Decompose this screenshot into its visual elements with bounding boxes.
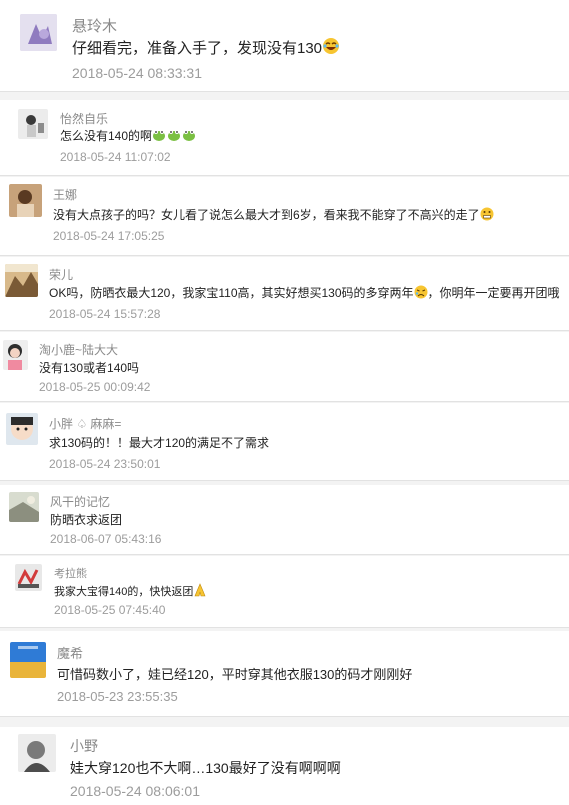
frog-emoji-icon: [153, 130, 196, 141]
comment-timestamp: 2018-06-07 05:43:16: [50, 532, 162, 546]
commenter-name: 怡然自乐: [60, 112, 109, 126]
comment-timestamp: 2018-05-24 08:06:01: [70, 783, 200, 799]
comment-text-content: 我家大宝得140的，快快返团: [54, 586, 194, 598]
comment-text: 我家大宝得140的，快快返团: [54, 583, 207, 599]
comment-text-content: 没有大点孩子的吗？女儿看了说怎么最大才到6岁，看来我不能穿了不高兴的走了: [53, 208, 480, 222]
comment-card: 王娜 没有大点孩子的吗？女儿看了说怎么最大才到6岁，看来我不能穿了不高兴的走了 …: [0, 177, 569, 256]
comment-text: OK吗，防晒衣最大120，我家宝110高，其实好想买130码的多穿两年 ，你明年一…: [49, 284, 560, 301]
comment-card: 考拉熊 我家大宝得140的，快快返团 2018-05-25 07:45:40: [0, 556, 569, 628]
comment-timestamp: 2018-05-25 00:09:42: [39, 380, 151, 394]
comment-text: 防晒衣求返团: [50, 513, 123, 527]
comment-timestamp: 2018-05-24 23:50:01: [49, 457, 161, 471]
commenter-name: 悬玲木: [72, 18, 118, 35]
avatar[interactable]: [3, 340, 28, 370]
avatar[interactable]: [6, 413, 38, 445]
commenter-name: 风干的记忆: [50, 495, 111, 509]
comment-card: 淘小鹿~陆大大 没有130或者140吗 2018-05-25 00:09:42: [0, 332, 569, 402]
comment-text-content: 仔细看完，准备入手了，发现没有130: [72, 40, 323, 57]
sad-emoji-icon: [414, 285, 428, 299]
comment-text: 可惜码数小了，娃已经120，平时穿其他衣服130的码才刚刚好: [57, 667, 413, 682]
comment-text: 娃大穿120也不大啊…130最好了没有啊啊啊: [70, 760, 341, 776]
comment-text-content: OK吗，防晒衣最大120，我家宝110高，其实好想买130码的多穿两年: [49, 286, 414, 300]
comment-text: 仔细看完，准备入手了，发现没有130: [72, 37, 340, 58]
comment-card: 怡然自乐 怎么没有140的啊 2018-05-24 11:07:02: [0, 100, 569, 176]
comment-text-content: 怎么没有140的啊: [60, 129, 153, 143]
comment-timestamp: 2018-05-24 17:05:25: [53, 229, 165, 243]
comment-card: 小野 娃大穿120也不大啊…130最好了没有啊啊啊 2018-05-24 08:…: [0, 727, 569, 805]
commenter-name: 淘小鹿~陆大大: [39, 343, 119, 357]
commenter-name: 考拉熊: [54, 568, 87, 580]
pray-emoji-icon: [194, 583, 206, 597]
comment-card: 风干的记忆 防晒衣求返团 2018-06-07 05:43:16: [0, 485, 569, 555]
comment-text: 没有大点孩子的吗？女儿看了说怎么最大才到6岁，看来我不能穿了不高兴的走了: [53, 206, 494, 223]
comment-timestamp: 2018-05-24 15:57:28: [49, 307, 161, 321]
commenter-name: 小野: [70, 738, 98, 754]
comment-text-continued: ，你明年一定要再开团哦: [427, 286, 560, 300]
commenter-name: 荣儿: [49, 268, 74, 282]
grimace-emoji-icon: [480, 207, 494, 221]
commenter-name: 王娜: [53, 188, 78, 202]
comment-text: 求130码的！！最大才120的满足不了需求: [49, 436, 270, 450]
avatar[interactable]: [18, 734, 56, 772]
avatar[interactable]: [5, 264, 38, 297]
comment-card: 荣儿 OK吗，防晒衣最大120，我家宝110高，其实好想买130码的多穿两年 ，你…: [0, 257, 569, 331]
avatar[interactable]: [9, 184, 42, 217]
comment-timestamp: 2018-05-23 23:55:35: [57, 689, 178, 704]
comment-timestamp: 2018-05-25 07:45:40: [54, 603, 166, 617]
laughing-crying-emoji-icon: [323, 38, 340, 54]
comment-timestamp: 2018-05-24 08:33:31: [72, 65, 202, 81]
avatar[interactable]: [15, 564, 42, 591]
avatar[interactable]: [18, 109, 48, 139]
comment-card: 悬玲木 仔细看完，准备入手了，发现没有130 2018-05-24 08:33:…: [0, 0, 569, 92]
commenter-name: 小胖 ♤ 麻麻=: [49, 417, 122, 431]
comment-text: 没有130或者140吗: [39, 361, 140, 375]
comment-card: 小胖 ♤ 麻麻= 求130码的！！最大才120的满足不了需求 2018-05-2…: [0, 403, 569, 481]
comment-timestamp: 2018-05-24 11:07:02: [60, 150, 171, 164]
avatar[interactable]: [9, 492, 39, 522]
avatar[interactable]: [20, 14, 57, 51]
comment-card: 魔希 可惜码数小了，娃已经120，平时穿其他衣服130的码才刚刚好 2018-0…: [0, 631, 569, 717]
comment-text: 怎么没有140的啊: [60, 127, 196, 144]
commenter-name: 魔希: [57, 646, 84, 661]
avatar[interactable]: [10, 642, 46, 678]
